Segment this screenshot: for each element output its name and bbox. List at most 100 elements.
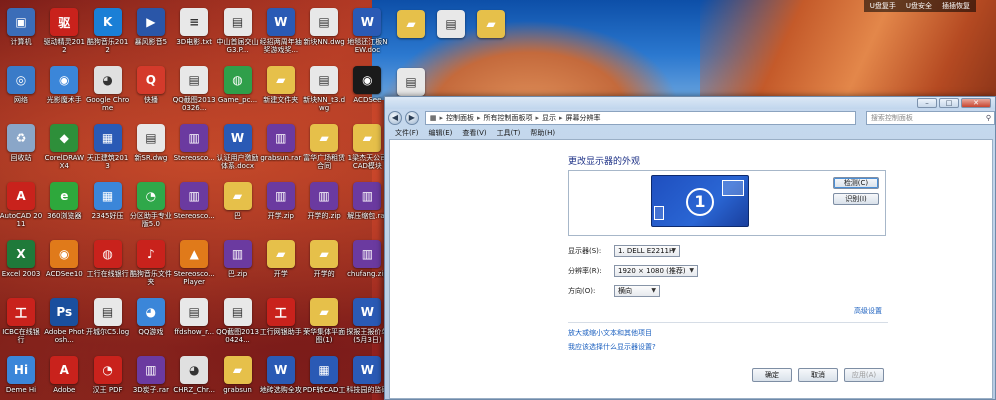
display-select[interactable]: 1. DELL E2211H ▼ <box>614 245 680 257</box>
desktop-icon[interactable]: 工 ICBC在线银行 <box>0 298 42 344</box>
maximize-button[interactable]: □ <box>939 98 959 108</box>
search-input[interactable]: 搜索控制面板 ⚲ <box>865 111 996 125</box>
resolution-select[interactable]: 1920 × 1080 (推荐) ▼ <box>614 265 698 277</box>
desktop-icon[interactable]: W 地毯还江板NEW.doc <box>346 8 388 54</box>
title-bar[interactable]: – □ ✕ <box>385 97 995 109</box>
desktop-icon[interactable]: ◉ 光影魔术手 <box>43 66 85 104</box>
desktop-icon[interactable]: ▥ 开学的.zip <box>303 182 345 220</box>
desktop-icon[interactable]: ▰ 1梁杰天公司CAD模块 <box>346 124 388 170</box>
desktop-icon[interactable]: ▰ 开学的 <box>303 240 345 278</box>
desktop-icon[interactable]: Hi Deme Hi <box>0 356 42 394</box>
desktop-icon[interactable]: X Excel 2003 <box>0 240 42 278</box>
desktop-icon[interactable]: ▰ 新建文件夹 <box>260 66 302 104</box>
tray-item[interactable]: U盘复手 <box>870 0 896 12</box>
tray-item[interactable]: U盘安全 <box>906 0 932 12</box>
desktop-icon[interactable]: ▲ Stereosco... Player <box>173 240 215 286</box>
desktop-icon[interactable]: ▰ grabsun <box>217 356 259 394</box>
breadcrumb-item[interactable]: 显示 <box>542 113 556 123</box>
desktop-icon[interactable]: A AutoCAD 2011 <box>0 182 42 228</box>
desktop-icon[interactable]: ▦ 天正建筑2013 <box>87 124 129 170</box>
desktop-icon[interactable]: e 360浏览器 <box>43 182 85 220</box>
desktop-icon[interactable]: ◕ CHRZ_Chr... <box>173 356 215 394</box>
breadcrumb-item[interactable]: 屏幕分辨率 <box>566 113 601 123</box>
desktop-icon[interactable]: ▰ 富华广场租赁合同 <box>303 124 345 170</box>
help-link[interactable]: 我应该选择什么显示器设置? <box>568 342 656 352</box>
desktop-icon[interactable]: ▰ <box>470 10 512 38</box>
desktop-icon[interactable]: ▤ <box>390 68 432 96</box>
desktop-icon[interactable]: ▣ 计算机 <box>0 8 42 46</box>
desktop-icon[interactable]: ◔ 分区助手专业版5.0 <box>130 182 172 228</box>
desktop-icon[interactable]: ▥ grabsun.rar <box>260 124 302 162</box>
monitor-1[interactable]: 1 <box>651 175 749 227</box>
tray-item[interactable]: 插插恢复 <box>942 0 970 12</box>
desktop-icon[interactable]: ◕ QQ游戏 <box>130 298 172 336</box>
apply-button[interactable]: 应用(A) <box>844 368 884 382</box>
desktop-icon[interactable]: ◔ 汉王 PDF <box>87 356 129 394</box>
desktop-icon[interactable]: Ps Adobe Photosh... <box>43 298 85 344</box>
desktop-icon[interactable]: 工工行网银助手 <box>260 298 302 336</box>
desktop-icon[interactable]: ▤ QQ截图20130326... <box>173 66 216 112</box>
desktop-icon[interactable]: ♪ 酷狗音乐文件夹 <box>130 240 172 286</box>
desktop-icon[interactable]: ◆ CorelDRAW X4 <box>43 124 85 170</box>
desktop-icon[interactable]: ◉ ACDSee10 <box>43 240 85 278</box>
desktop-icon[interactable]: ▤ 中山首届交山G3.P... <box>217 8 259 54</box>
desktop-icon[interactable]: ▶ 暴风影音5 <box>130 8 172 46</box>
menu-tools[interactable]: 工具(T) <box>497 128 521 138</box>
desktop-icon[interactable]: W 经招两周年抽奖游戏奖... <box>260 8 302 54</box>
ok-button[interactable]: 确定 <box>752 368 792 382</box>
desktop-icon[interactable]: ▤ 新SR.dwg <box>130 124 172 162</box>
desktop-icon[interactable]: ▤ <box>430 10 472 38</box>
menu-help[interactable]: 帮助(H) <box>530 128 555 138</box>
breadcrumb-item[interactable]: 控制面板 <box>446 113 474 123</box>
desktop-icon[interactable]: ▰ 巴 <box>217 182 259 220</box>
desktop-icon[interactable]: ▦ PDF转CAD工 <box>303 356 345 394</box>
address-bar[interactable]: ▦ ▸ 控制面板 ▸ 所有控制面板项 ▸ 显示 ▸ 屏幕分辨率 <box>424 111 856 125</box>
orientation-select[interactable]: 横向 ▼ <box>614 285 660 297</box>
desktop-icon[interactable]: ▤ 开城尔C5.log <box>86 298 129 336</box>
desktop-icon[interactable]: Q 快播 <box>130 66 172 104</box>
desktop-icon[interactable]: 驱驱动精灵2012 <box>43 8 85 54</box>
desktop-icon[interactable]: ◍ Game_pc... <box>217 66 259 104</box>
desktop-icon[interactable]: ▥ 3D炭子.rar <box>130 356 172 394</box>
desktop-icon[interactable]: ▥ chufang.zip <box>346 240 388 278</box>
desktop-icon[interactable]: ▤ QQ截图20130424... <box>216 298 259 344</box>
desktop-icon[interactable]: ▥ Stereosco... <box>173 124 215 162</box>
desktop-icon[interactable]: ▰ <box>390 10 432 38</box>
breadcrumb-item[interactable]: 所有控制面板项 <box>484 113 533 123</box>
menu-file[interactable]: 文件(F) <box>395 128 419 138</box>
desktop-icon[interactable]: ▥ Stereosco... <box>173 182 215 220</box>
desktop-icon[interactable]: ◉ ACDSee <box>346 66 388 104</box>
desktop-icon[interactable]: W 科技园的监码 <box>346 356 388 394</box>
minimize-button[interactable]: – <box>917 98 937 108</box>
cancel-button[interactable]: 取消 <box>798 368 838 382</box>
desktop-icon[interactable]: ♻ 回收站 <box>0 124 42 162</box>
desktop-icon[interactable]: ▰ 荣华集体平面图(1) <box>303 298 345 344</box>
desktop-icon[interactable]: ◕ Google Chrome <box>86 66 129 112</box>
desktop-icon[interactable]: ▥ 巴.zip <box>217 240 259 278</box>
desktop-icon[interactable]: ▤ 新块NN.dwg <box>303 8 345 46</box>
close-button[interactable]: ✕ <box>961 98 991 108</box>
desktop-icon[interactable]: ◍ 工行在线银行 <box>87 240 129 278</box>
desktop-icon[interactable]: ◎ 网络 <box>0 66 42 104</box>
desktop-icon[interactable]: ▰ 开学 <box>260 240 302 278</box>
desktop-icon[interactable]: ▤ 新块NN_t3.dwg <box>303 66 345 112</box>
detect-button[interactable]: 检测(C) <box>833 177 879 189</box>
desktop-icon[interactable]: ▦ 2345好压 <box>87 182 129 220</box>
desktop-icon[interactable]: W 探报王报价单(5月3日) <box>346 298 388 344</box>
back-button[interactable]: ◀ <box>388 111 402 125</box>
desktop-icon[interactable]: ▥ 解压缩包.rar <box>346 182 388 220</box>
desktop-icon[interactable]: ▤ ffdshow_r... <box>173 298 215 336</box>
text-size-link[interactable]: 放大或缩小文本和其他项目 <box>568 328 652 338</box>
desktop-icon[interactable]: ▥ 开学.zip <box>260 182 302 220</box>
menu-edit[interactable]: 编辑(E) <box>429 128 453 138</box>
desktop-icon[interactable]: W 地砖选购全攻 <box>260 356 302 394</box>
desktop-icon[interactable]: K 酷狗音乐2012 <box>87 8 129 54</box>
identify-button[interactable]: 识别(I) <box>833 193 879 205</box>
desktop-icon[interactable]: ≡ 3D电影.txt <box>173 8 215 46</box>
desktop-icon[interactable]: A Adobe <box>43 356 85 394</box>
forward-button[interactable]: ▶ <box>404 111 419 125</box>
desktop-icon[interactable]: W 认证用户激励体系.docx <box>217 124 259 170</box>
advanced-settings-link[interactable]: 高级设置 <box>854 306 882 316</box>
menu-view[interactable]: 查看(V) <box>462 128 486 138</box>
app-icon: ♻ <box>7 124 35 152</box>
